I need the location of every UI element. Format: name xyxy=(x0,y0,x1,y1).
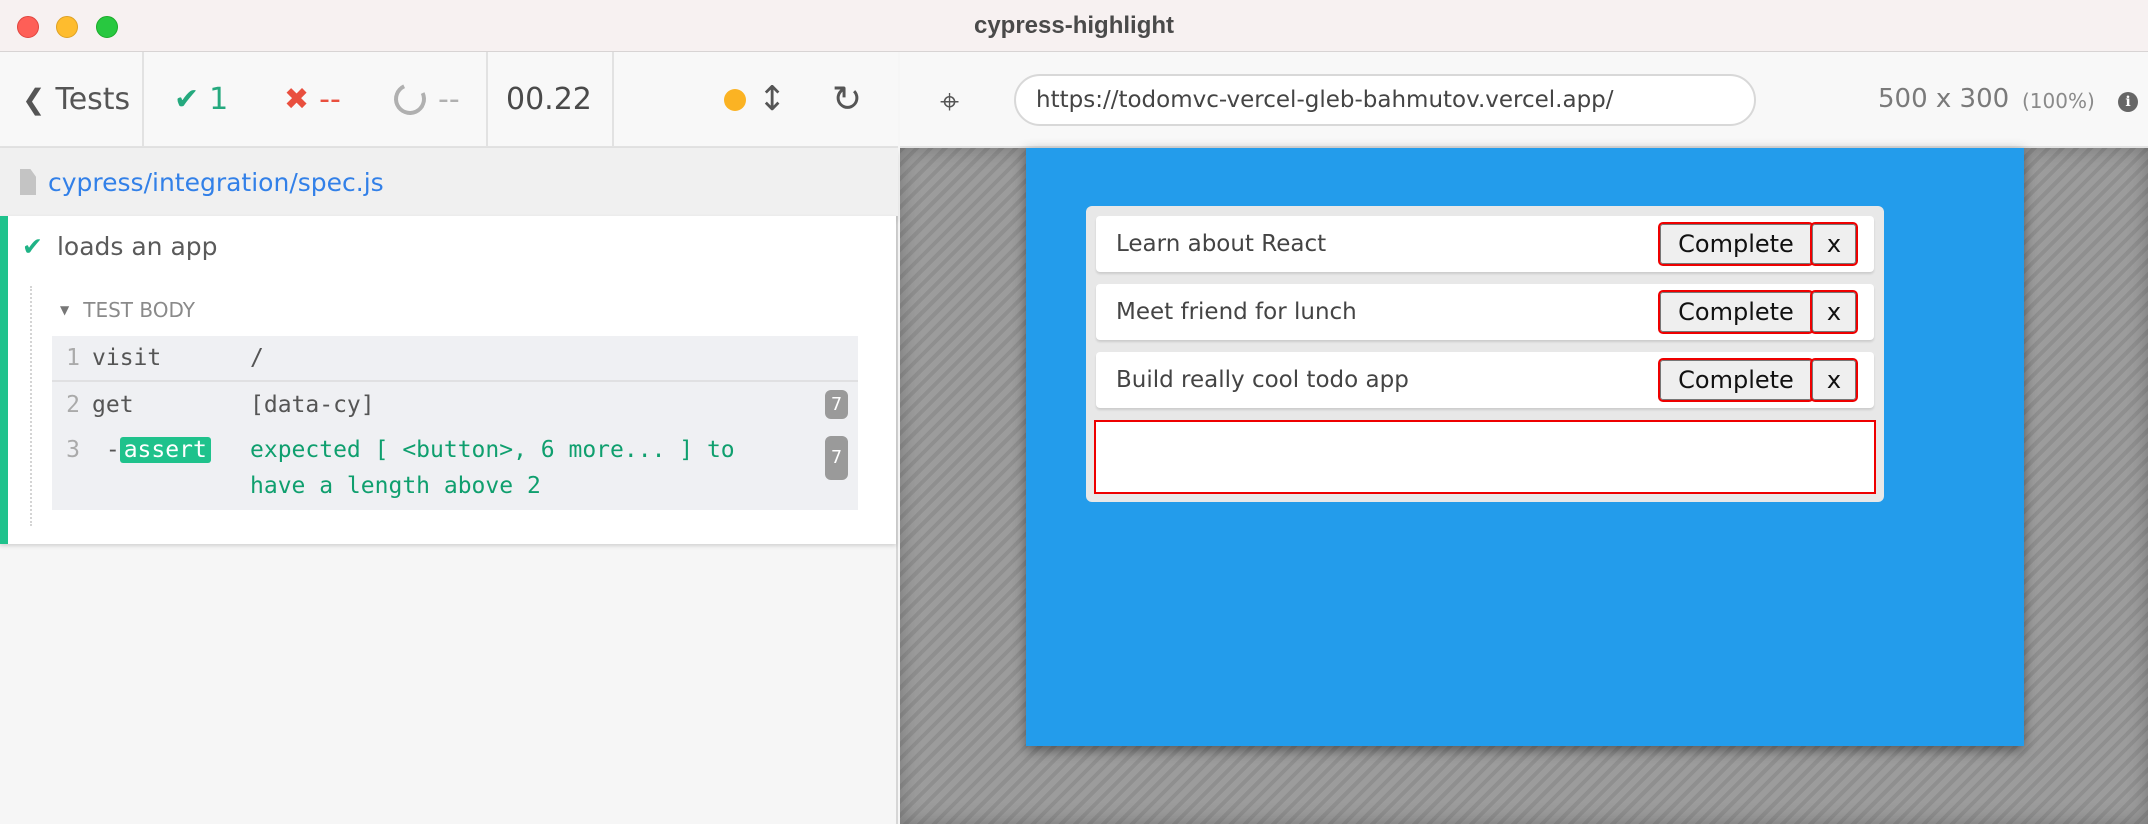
back-label: Tests xyxy=(55,81,131,117)
remove-button[interactable]: x xyxy=(1810,222,1858,266)
caret-down-icon: ▼ xyxy=(60,303,70,317)
back-to-tests-button[interactable]: ❮ Tests xyxy=(22,52,130,146)
reporter-toolbar: ❮ Tests ✔ 1 ✖ -- -- 00.22 ↕ ↻ xyxy=(0,52,898,148)
app-under-test-panel: ⌖ https://todomvc-vercel-gleb-bahmutov.v… xyxy=(900,52,2148,824)
selector-playground-button[interactable]: ⌖ xyxy=(940,82,959,122)
url-bar[interactable]: https://todomvc-vercel-gleb-bahmutov.ver… xyxy=(1014,74,1756,126)
reload-icon: ↻ xyxy=(832,78,863,120)
spec-header: cypress/integration/spec.js xyxy=(0,148,898,216)
pending-count: -- xyxy=(389,52,460,146)
complete-button[interactable]: Complete xyxy=(1658,290,1814,334)
divider xyxy=(486,52,488,146)
check-icon: ✔ xyxy=(174,81,200,117)
passed-check-icon: ✔ xyxy=(22,232,43,261)
new-todo-input[interactable] xyxy=(1094,420,1876,494)
remove-button[interactable]: x xyxy=(1810,290,1858,334)
test-title[interactable]: ✔ loads an app xyxy=(22,232,218,261)
rerun-tests-button[interactable]: ↻ xyxy=(832,52,862,146)
arrows-up-down-icon: ↕ xyxy=(758,79,787,119)
todo-item: Meet friend for lunch Complete x xyxy=(1096,284,1874,340)
viewport-size: 500 x 300 xyxy=(1878,84,2010,114)
command-row[interactable]: 2 get [data-cy] 7 xyxy=(52,382,858,428)
window-title: cypress-highlight xyxy=(973,12,1175,39)
todo-item: Build really cool todo app Complete x xyxy=(1096,352,1874,408)
complete-button[interactable]: Complete xyxy=(1658,358,1814,402)
divider xyxy=(612,52,614,146)
file-icon xyxy=(20,169,36,195)
command-row[interactable]: 1 visit / xyxy=(52,336,858,382)
app-iframe: Learn about React Complete x Meet friend… xyxy=(1026,148,2024,746)
passed-count: ✔ 1 xyxy=(174,81,229,117)
remove-button[interactable]: x xyxy=(1810,358,1858,402)
running-indicator-icon xyxy=(724,89,746,111)
element-count-badge: 7 xyxy=(825,436,848,480)
pending-ring-icon xyxy=(389,78,431,120)
assert-tag: assert xyxy=(119,437,211,463)
command-row[interactable]: 3 - assert expected [ <button>, 6 more...… xyxy=(52,428,858,510)
command-log: 1 visit / 2 get [data-cy] 7 3 - assert ex… xyxy=(52,336,858,510)
todo-item: Learn about React Complete x xyxy=(1096,216,1874,272)
hook-guide-line xyxy=(30,286,32,526)
test-body-hook[interactable]: ▼ TEST BODY xyxy=(60,298,195,322)
aut-stage: Learn about React Complete x Meet friend… xyxy=(900,148,2148,824)
test-item: ✔ loads an app ▼ TEST BODY 1 visit / 2 g… xyxy=(0,216,896,544)
aut-header: ⌖ https://todomvc-vercel-gleb-bahmutov.v… xyxy=(900,52,2148,148)
duration: 00.22 xyxy=(506,81,592,117)
failed-count: ✖ -- xyxy=(284,81,341,117)
element-count-badge: 7 xyxy=(825,390,848,419)
divider xyxy=(142,52,144,146)
chevron-left-icon: ❮ xyxy=(22,82,46,116)
auto-scroll-toggle[interactable]: ↕ xyxy=(758,52,787,146)
todo-list: Learn about React Complete x Meet friend… xyxy=(1086,206,1884,502)
spec-file-link[interactable]: cypress/integration/spec.js xyxy=(48,168,384,197)
x-icon: ✖ xyxy=(284,81,310,117)
reporter-panel: ❮ Tests ✔ 1 ✖ -- -- 00.22 ↕ ↻ cypress/in… xyxy=(0,52,898,824)
complete-button[interactable]: Complete xyxy=(1658,222,1814,266)
viewport-scale: (100%) xyxy=(2022,89,2095,113)
window-titlebar: cypress-highlight xyxy=(0,0,2148,52)
info-icon[interactable]: i xyxy=(2118,92,2138,112)
